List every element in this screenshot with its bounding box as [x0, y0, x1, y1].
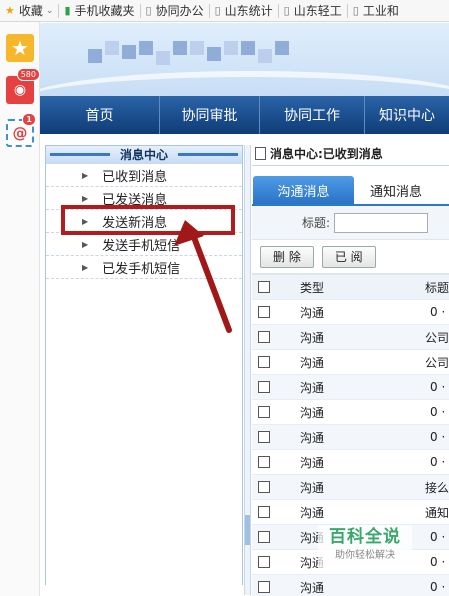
- annotation-arrow: [174, 220, 232, 333]
- watermark: 百科全说 助你轻松解决: [318, 525, 412, 570]
